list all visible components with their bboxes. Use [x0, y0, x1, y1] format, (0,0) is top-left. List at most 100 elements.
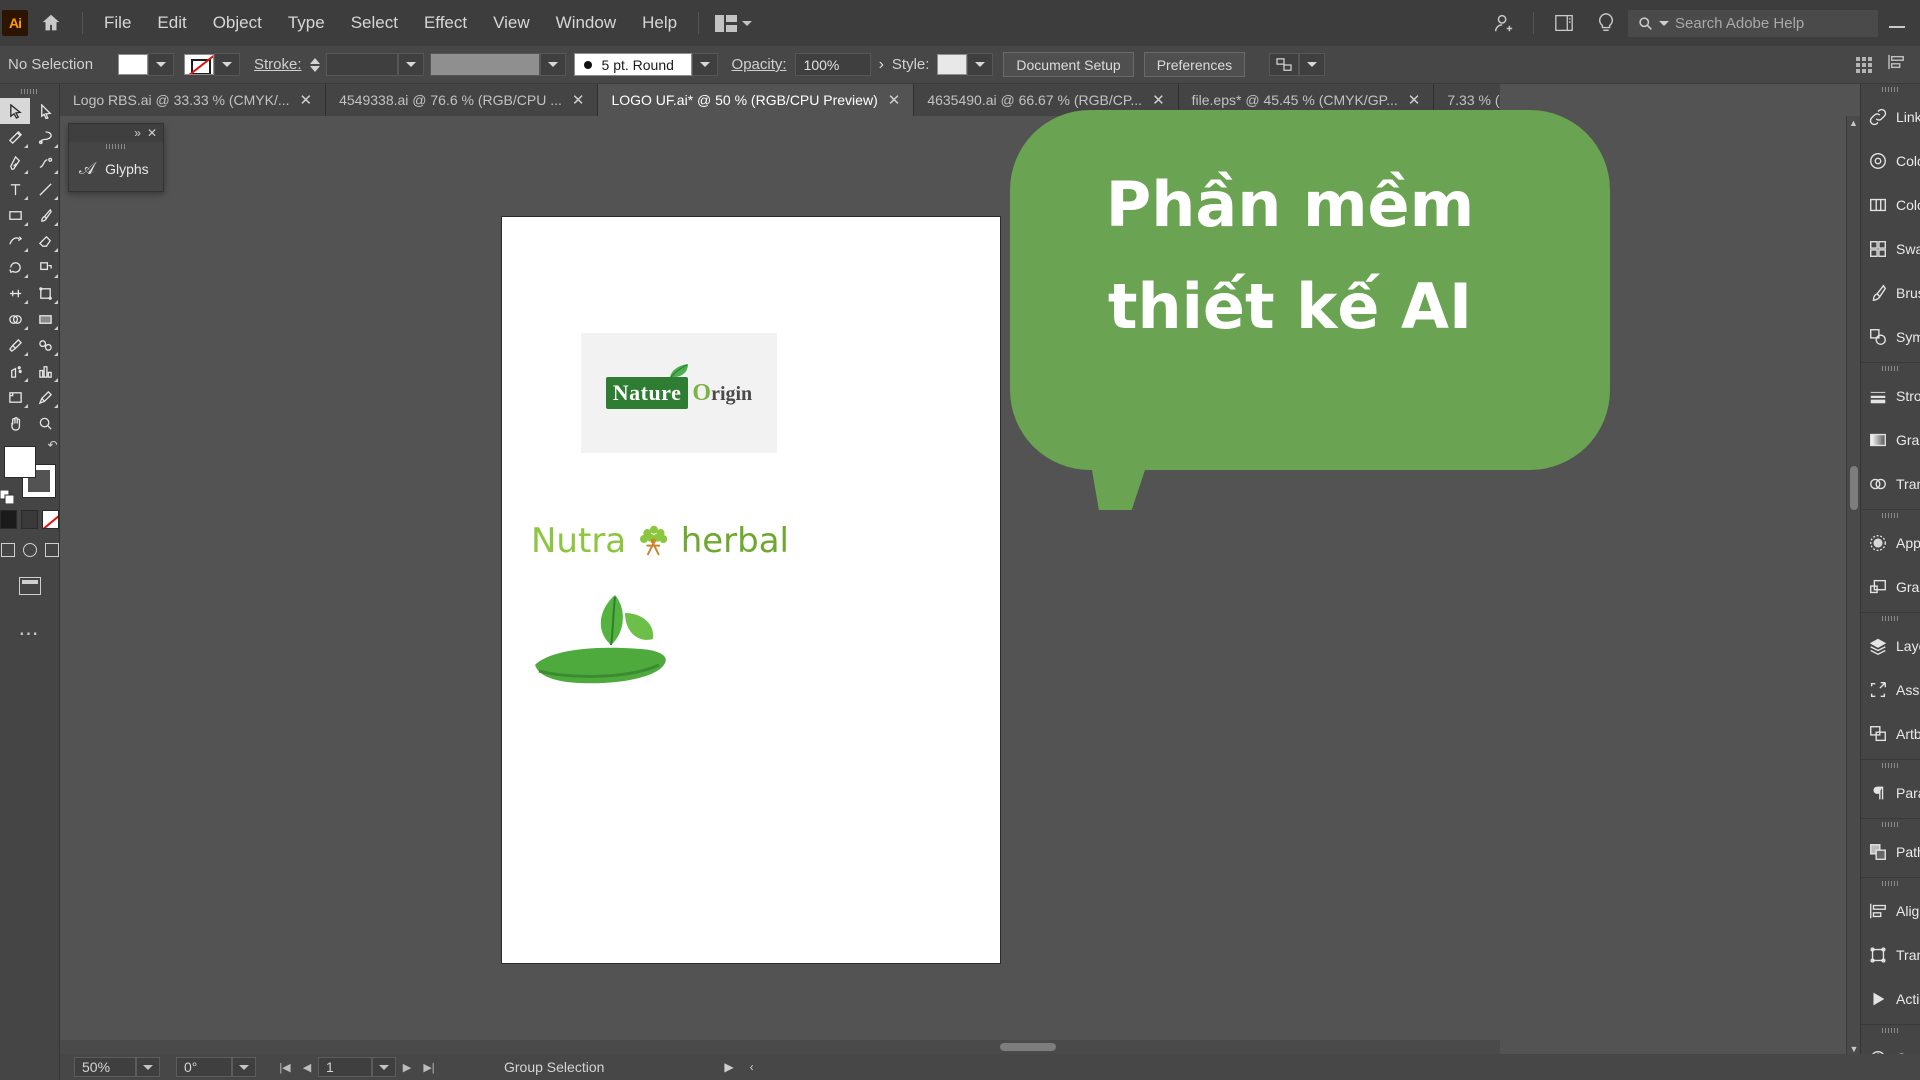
stroke-weight-field[interactable] [325, 53, 398, 76]
artboard[interactable]: Nature Origin Nutra herbal [501, 216, 1001, 964]
panel-stroke[interactable]: Stro... [1861, 374, 1920, 418]
menu-window[interactable]: Window [543, 9, 629, 37]
zoom-level-field[interactable]: 50% [74, 1057, 136, 1077]
column-graph-tool[interactable] [30, 358, 60, 384]
panel-pathfinder[interactable]: Path... [1861, 830, 1920, 874]
brush-definition-field[interactable]: 5 pt. Round [573, 53, 692, 76]
document-tab-2[interactable]: 4549338.ai @ 76.6 % (RGB/CPU ... ✕ [326, 84, 599, 116]
left-chevron-icon[interactable]: ‹ [750, 1060, 754, 1074]
artboard-number-dropdown[interactable] [372, 1057, 396, 1077]
panel-artboards[interactable]: Artb... [1861, 712, 1920, 756]
opacity-options-chevron-icon[interactable]: › [871, 56, 892, 74]
free-transform-tool[interactable] [30, 280, 60, 306]
blend-tool[interactable] [30, 332, 60, 358]
close-icon[interactable]: ✕ [1152, 93, 1165, 108]
panel-align[interactable]: Align [1861, 889, 1920, 933]
paintbrush-tool[interactable] [30, 202, 60, 228]
lasso-tool[interactable] [30, 124, 60, 150]
fill-indicator[interactable] [3, 446, 36, 478]
preferences-button[interactable]: Preferences [1143, 52, 1246, 77]
menu-type[interactable]: Type [275, 9, 338, 37]
swap-fill-stroke-icon[interactable]: ↶ [47, 438, 57, 452]
variable-width-dropdown[interactable] [539, 53, 566, 76]
line-segment-tool[interactable] [30, 176, 60, 202]
color-mode-none-icon[interactable] [42, 510, 59, 529]
pen-tool[interactable] [0, 150, 30, 176]
search-input[interactable]: Search Adobe Help [1628, 9, 1878, 37]
panel-gradient[interactable]: Grad... [1861, 418, 1920, 462]
shape-builder-tool[interactable] [0, 306, 30, 332]
menu-file[interactable]: File [91, 9, 144, 37]
type-tool[interactable] [0, 176, 30, 202]
draw-inside-icon[interactable] [44, 543, 59, 557]
brush-definition-dropdown[interactable] [691, 53, 718, 76]
symbol-sprayer-tool[interactable] [0, 358, 30, 384]
draw-normal-icon[interactable] [0, 543, 15, 557]
dock-group-grip[interactable] [1861, 1025, 1920, 1036]
menu-view[interactable]: View [480, 9, 543, 37]
scale-tool[interactable] [30, 254, 60, 280]
panel-color[interactable]: Color [1861, 139, 1920, 183]
document-tab-1[interactable]: Logo RBS.ai @ 33.33 % (CMYK/... ✕ [60, 84, 327, 116]
panel-symbols[interactable]: Sym... [1861, 315, 1920, 359]
dock-group-grip[interactable] [1861, 363, 1920, 374]
stroke-dropdown[interactable] [214, 53, 240, 76]
magic-wand-tool[interactable] [0, 124, 30, 150]
graphic-style-swatch[interactable] [937, 54, 968, 75]
direct-selection-tool[interactable] [30, 98, 60, 124]
horizontal-scroll-thumb[interactable] [1000, 1043, 1056, 1051]
panel-color-guide[interactable]: Colo... [1861, 183, 1920, 227]
menu-effect[interactable]: Effect [411, 9, 480, 37]
dock-group-grip[interactable] [1861, 878, 1920, 889]
home-icon[interactable] [28, 0, 74, 46]
panel-graphic-styles[interactable]: Grap... [1861, 565, 1920, 609]
dock-group-grip[interactable] [1861, 760, 1920, 771]
panel-transform[interactable]: Tran... [1861, 933, 1920, 977]
scroll-up-icon[interactable]: ▲ [1847, 116, 1860, 130]
dock-group-grip[interactable] [1861, 819, 1920, 830]
rotate-tool[interactable] [0, 254, 30, 280]
document-tab-3-active[interactable]: LOGO UF.ai* @ 50 % (RGB/CPU Preview) ✕ [598, 84, 915, 116]
zoom-tool[interactable] [30, 410, 60, 436]
green-brush-leaf-logo[interactable] [529, 587, 689, 697]
vertical-scroll-thumb[interactable] [1850, 466, 1858, 510]
hand-tool[interactable] [0, 410, 30, 436]
shaper-tool[interactable] [0, 228, 30, 254]
rotation-dropdown[interactable] [232, 1057, 256, 1077]
collapse-panel-icon[interactable]: » [134, 127, 141, 139]
gradient-tool[interactable] [30, 306, 60, 332]
panel-actions[interactable]: Acti... [1861, 977, 1920, 1021]
panel-swatches[interactable]: Swat... [1861, 227, 1920, 271]
close-icon[interactable]: ✕ [1408, 93, 1421, 108]
previous-artboard-icon[interactable]: ◀ [296, 1057, 318, 1077]
color-mode-color-icon[interactable] [0, 510, 17, 529]
selection-tool[interactable] [0, 98, 30, 124]
nature-origin-logo[interactable]: Nature Origin [581, 333, 777, 453]
artboard-number-field[interactable]: 1 [318, 1057, 372, 1077]
more-options-icon[interactable] [1856, 56, 1872, 73]
last-artboard-icon[interactable]: ▶| [418, 1057, 440, 1077]
variable-width-profile-field[interactable] [429, 53, 540, 76]
dock-group-grip[interactable] [1861, 84, 1920, 95]
stroke-weight-dropdown[interactable] [397, 53, 424, 76]
graphic-style-dropdown[interactable] [967, 53, 994, 76]
canvas-vertical-scrollbar[interactable]: ▲ ▼ [1846, 116, 1860, 1056]
zoom-level-dropdown[interactable] [136, 1057, 160, 1077]
play-icon[interactable]: ▶ [724, 1060, 733, 1074]
panel-asset-export[interactable]: Asse... [1861, 668, 1920, 712]
minimize-icon[interactable] [1880, 0, 1914, 46]
lightbulb-discover-icon[interactable] [1586, 0, 1626, 46]
arrange-panels-dropdown[interactable] [1299, 53, 1326, 76]
first-artboard-icon[interactable]: |◀ [274, 1057, 296, 1077]
close-icon[interactable]: ✕ [888, 93, 901, 108]
fill-color-swatch[interactable] [118, 54, 148, 75]
glyphs-panel-titlebar[interactable]: » ✕ [69, 124, 163, 142]
arrange-panels-icon[interactable] [1269, 53, 1300, 76]
eyedropper-tool[interactable] [0, 332, 30, 358]
panel-paragraph[interactable]: Para... [1861, 771, 1920, 815]
default-fill-stroke-icon[interactable] [0, 489, 14, 505]
canvas-horizontal-scrollbar[interactable] [60, 1040, 1500, 1054]
close-icon[interactable]: ✕ [572, 93, 585, 108]
fill-dropdown[interactable] [148, 53, 174, 76]
edit-toolbar-icon[interactable]: ⋯ [0, 621, 59, 646]
